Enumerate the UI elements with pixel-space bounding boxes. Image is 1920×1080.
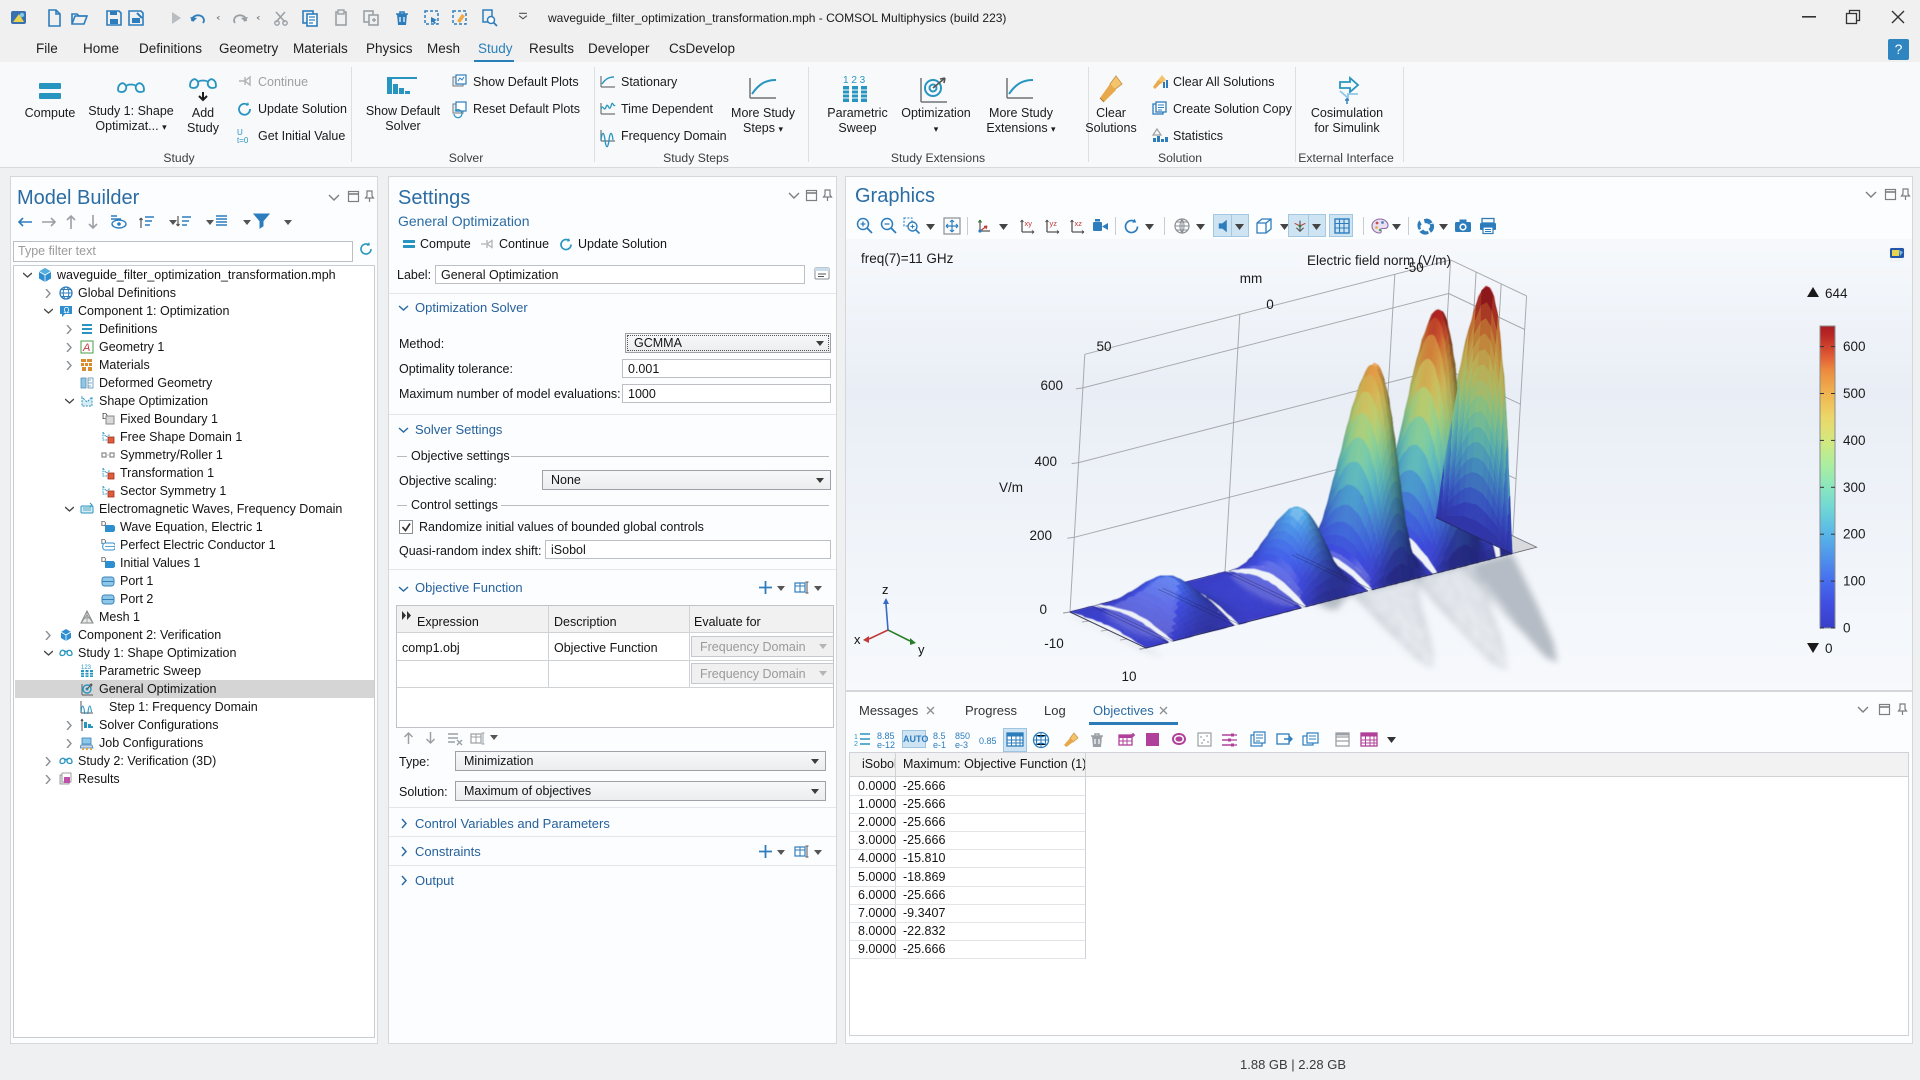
svg-text:-50: -50 xyxy=(1404,260,1424,275)
svg-text:600: 600 xyxy=(1040,378,1063,393)
svg-text:400: 400 xyxy=(1034,454,1057,469)
svg-text:V/m: V/m xyxy=(999,480,1023,495)
svg-text:300: 300 xyxy=(1843,480,1866,495)
svg-text:0: 0 xyxy=(1266,297,1274,312)
svg-text:10: 10 xyxy=(1121,669,1136,684)
svg-text:t=0: t=0 xyxy=(237,136,249,145)
svg-text:1 2 3: 1 2 3 xyxy=(843,75,866,86)
svg-text:yz: yz xyxy=(1050,219,1058,228)
svg-text:2: 2 xyxy=(854,741,858,748)
svg-text:xz: xz xyxy=(1075,219,1083,228)
svg-text:600: 600 xyxy=(1843,339,1866,354)
svg-text:Electric field norm (V/m): Electric field norm (V/m) xyxy=(1307,253,1451,268)
svg-text:500: 500 xyxy=(1843,386,1866,401)
svg-text:xy: xy xyxy=(1025,219,1033,228)
svg-text:400: 400 xyxy=(1843,433,1866,448)
svg-text:0: 0 xyxy=(1843,621,1851,636)
svg-text:644: 644 xyxy=(1825,286,1848,301)
svg-text:0: 0 xyxy=(1825,641,1833,656)
svg-text:y: y xyxy=(918,642,925,657)
svg-text:200: 200 xyxy=(1843,527,1866,542)
svg-text:1: 1 xyxy=(854,734,858,741)
svg-text:-10: -10 xyxy=(1044,636,1064,651)
svg-text:x: x xyxy=(854,632,861,647)
svg-text:200: 200 xyxy=(1029,528,1052,543)
svg-text:50: 50 xyxy=(1096,339,1111,354)
svg-text:mm: mm xyxy=(1240,271,1263,286)
svg-text:100: 100 xyxy=(1843,574,1866,589)
svg-text:freq(7)=11 GHz: freq(7)=11 GHz xyxy=(861,251,954,266)
svg-text:A: A xyxy=(82,342,90,354)
svg-text:0: 0 xyxy=(1039,602,1047,617)
svg-text:z: z xyxy=(882,582,889,597)
svg-text:Ω: Ω xyxy=(64,306,70,315)
